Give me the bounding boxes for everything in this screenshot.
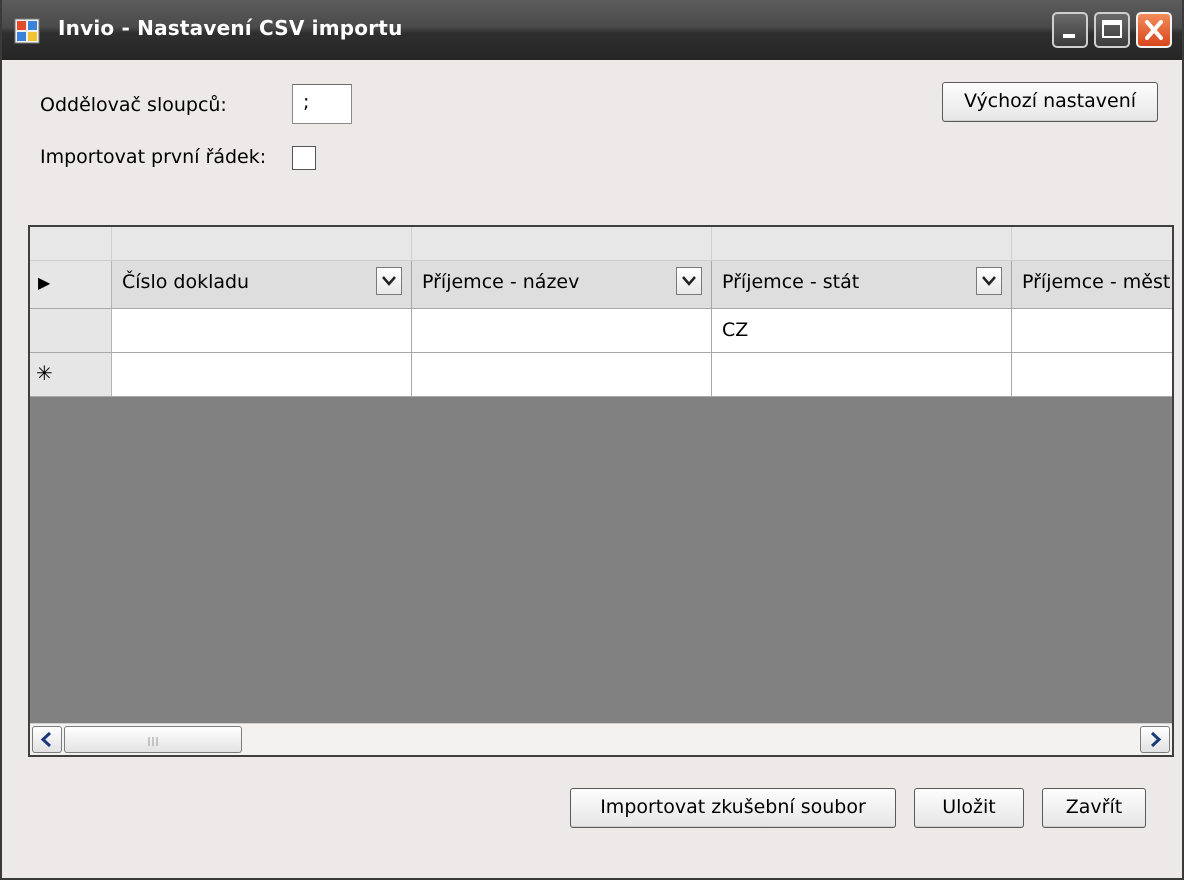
chevron-down-icon bbox=[682, 276, 696, 286]
column-header[interactable]: Číslo dokladu bbox=[112, 261, 412, 309]
scroll-right-button[interactable] bbox=[1140, 726, 1170, 753]
column-header[interactable]: Příjemce - měst bbox=[1012, 261, 1172, 309]
table-cell[interactable] bbox=[712, 353, 1012, 397]
column-header-label: Číslo dokladu bbox=[122, 271, 250, 293]
table-cell[interactable] bbox=[112, 353, 412, 397]
grid-top-band bbox=[30, 227, 1172, 261]
column-mapping-dropdown[interactable] bbox=[376, 267, 402, 295]
close-icon bbox=[1145, 20, 1163, 40]
close-window-button[interactable] bbox=[1136, 12, 1172, 48]
column-mapping-dropdown[interactable] bbox=[676, 267, 702, 295]
scroll-left-button[interactable] bbox=[32, 726, 62, 753]
current-row-indicator-icon: ▶ bbox=[38, 273, 51, 292]
window-title: Invio - Nastavení CSV importu bbox=[58, 16, 403, 40]
arrow-left-icon bbox=[40, 731, 52, 748]
table-cell[interactable] bbox=[412, 309, 712, 353]
import-first-row-label: Importovat první řádek: bbox=[40, 146, 267, 168]
column-header-label: Příjemce - název bbox=[422, 271, 580, 293]
chevron-down-icon bbox=[982, 276, 996, 286]
column-header-label: Příjemce - stát bbox=[722, 271, 860, 293]
row-header-current[interactable]: ▶ bbox=[30, 261, 112, 309]
maximize-icon bbox=[1102, 20, 1122, 38]
separator-input[interactable]: ; bbox=[292, 84, 352, 124]
chevron-down-icon bbox=[382, 276, 396, 286]
minimize-button[interactable] bbox=[1052, 12, 1088, 48]
default-settings-button[interactable]: Výchozí nastavení bbox=[942, 82, 1158, 122]
separator-label: Oddělovač sloupců: bbox=[40, 94, 227, 116]
table-cell[interactable]: CZ bbox=[712, 309, 1012, 353]
minimize-icon bbox=[1063, 34, 1075, 38]
close-button[interactable]: Zavřít bbox=[1042, 788, 1146, 828]
maximize-button[interactable] bbox=[1094, 12, 1130, 48]
table-row[interactable]: CZ bbox=[30, 309, 1172, 353]
band-cell bbox=[112, 227, 412, 261]
app-window-icon bbox=[14, 18, 40, 44]
column-header[interactable]: Příjemce - název bbox=[412, 261, 712, 309]
import-first-row-checkbox[interactable] bbox=[292, 146, 316, 170]
csv-import-settings-window: Invio - Nastavení CSV importu Oddělovač … bbox=[0, 0, 1184, 880]
country-cell-value: CZ bbox=[722, 319, 749, 341]
table-cell[interactable] bbox=[1012, 309, 1172, 353]
grip-icon bbox=[148, 737, 158, 746]
table-cell[interactable] bbox=[112, 309, 412, 353]
row-header-new[interactable]: ✳ bbox=[30, 353, 112, 397]
column-header-label: Příjemce - měst bbox=[1022, 271, 1171, 293]
table-cell[interactable] bbox=[412, 353, 712, 397]
data-grid[interactable]: ▶ Číslo dokladu Příjemce - název Příjemc… bbox=[28, 225, 1174, 757]
column-header-row: ▶ Číslo dokladu Příjemce - název Příjemc… bbox=[30, 261, 1172, 309]
band-cell bbox=[412, 227, 712, 261]
horizontal-scrollbar[interactable] bbox=[30, 723, 1172, 755]
row-header[interactable] bbox=[30, 309, 112, 353]
save-button[interactable]: Uložit bbox=[914, 788, 1024, 828]
arrow-right-icon bbox=[1150, 731, 1162, 748]
band-cell bbox=[1012, 227, 1172, 261]
scrollbar-thumb[interactable] bbox=[64, 726, 242, 753]
import-test-file-button[interactable]: Importovat zkušební soubor bbox=[570, 788, 896, 828]
band-cell bbox=[712, 227, 1012, 261]
title-bar[interactable]: Invio - Nastavení CSV importu bbox=[2, 0, 1182, 60]
new-row[interactable]: ✳ bbox=[30, 353, 1172, 397]
column-header[interactable]: Příjemce - stát bbox=[712, 261, 1012, 309]
table-cell[interactable] bbox=[1012, 353, 1172, 397]
column-mapping-dropdown[interactable] bbox=[976, 267, 1002, 295]
grid-corner bbox=[30, 227, 112, 261]
new-row-icon: ✳ bbox=[36, 361, 53, 385]
